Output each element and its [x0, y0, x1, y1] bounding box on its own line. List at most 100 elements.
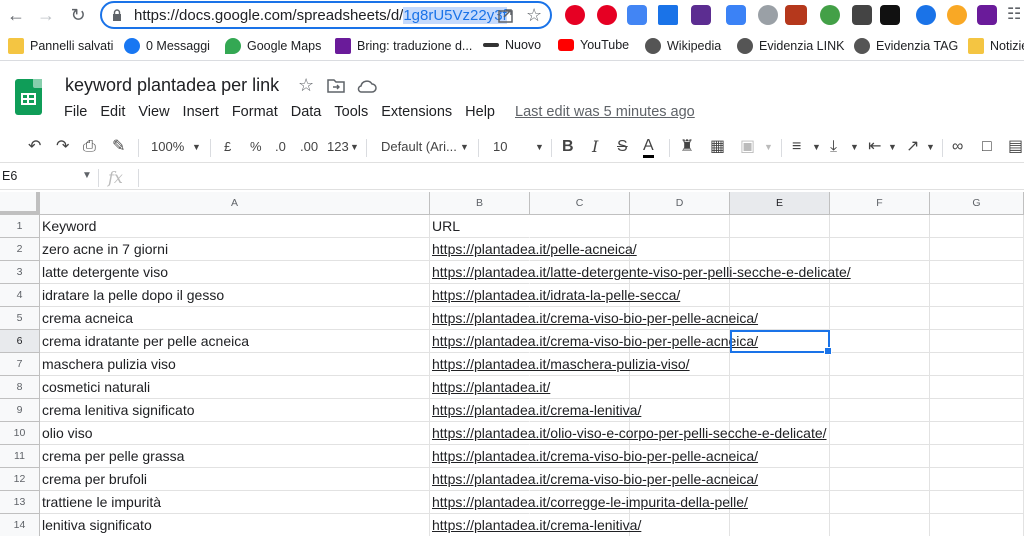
url-cell-link[interactable]: https://plantadea.it/crema-viso-bio-per-… [430, 307, 758, 330]
row-header[interactable]: 10 [0, 422, 40, 445]
empty-cell[interactable] [930, 514, 1024, 536]
empty-cell[interactable] [730, 238, 830, 261]
keyword-cell[interactable]: latte detergente viso [40, 261, 430, 284]
menu-tools[interactable]: Tools [334, 104, 368, 120]
empty-cell[interactable] [930, 353, 1024, 376]
row-header[interactable]: 12 [0, 468, 40, 491]
bookmark-item[interactable]: Pannelli salvati [8, 38, 113, 54]
column-header-g[interactable]: G [930, 192, 1024, 215]
bookmark-item[interactable]: Notizie [968, 38, 1024, 54]
keyword-cell[interactable]: trattiene le impurità [40, 491, 430, 514]
move-folder-icon[interactable] [327, 78, 345, 93]
row-header[interactable]: 5 [0, 307, 40, 330]
empty-cell[interactable] [730, 353, 830, 376]
empty-cell[interactable] [630, 399, 730, 422]
bookmark-star-icon[interactable]: ☆ [526, 5, 542, 26]
text-wrapping-icon[interactable]: ⇤ [868, 137, 881, 157]
row-header[interactable]: 11 [0, 445, 40, 468]
empty-cell[interactable] [930, 261, 1024, 284]
empty-cell[interactable] [730, 376, 830, 399]
extension-icon[interactable] [658, 5, 678, 25]
empty-cell[interactable] [930, 307, 1024, 330]
row-header[interactable]: 9 [0, 399, 40, 422]
url-header-cell[interactable]: URL [430, 215, 530, 238]
bookmark-item[interactable]: Bring: traduzione d... [335, 38, 472, 54]
row-header[interactable]: 2 [0, 238, 40, 261]
insert-comment-icon[interactable]: □ [982, 137, 992, 157]
empty-cell[interactable] [830, 514, 930, 536]
empty-cell[interactable] [830, 491, 930, 514]
extension-icon[interactable] [852, 5, 872, 25]
chevron-down-icon[interactable]: ▼ [82, 170, 92, 181]
chevron-down-icon[interactable]: ▼ [460, 137, 469, 157]
column-header-d[interactable]: D [630, 192, 730, 215]
bookmark-item[interactable]: YouTube [558, 38, 629, 52]
menu-file[interactable]: File [64, 104, 87, 120]
empty-cell[interactable] [930, 422, 1024, 445]
desc-extension-icon[interactable] [785, 5, 807, 25]
extension-icon[interactable] [758, 5, 778, 25]
extension-icon[interactable] [691, 5, 711, 25]
text-color-icon[interactable]: A [643, 137, 654, 158]
keyword-cell[interactable]: crema per brufoli [40, 468, 430, 491]
bookmark-item[interactable]: Evidenzia TAG [854, 38, 958, 54]
url-cell-link[interactable]: https://plantadea.it/crema-viso-bio-per-… [430, 330, 758, 353]
font-select[interactable]: Default (Ari... [381, 137, 457, 157]
chevron-down-icon[interactable]: ▼ [192, 137, 201, 157]
empty-cell[interactable] [930, 399, 1024, 422]
row-header[interactable]: 1 [0, 215, 40, 238]
extension-icon[interactable] [726, 5, 746, 25]
undo-icon[interactable]: ↶ [28, 137, 41, 157]
empty-cell[interactable] [930, 238, 1024, 261]
menu-view[interactable]: View [138, 104, 169, 120]
more-formats-button[interactable]: 123 [327, 137, 349, 157]
checkbox-icon[interactable] [880, 5, 900, 25]
url-cell-link[interactable]: https://plantadea.it/latte-detergente-vi… [430, 261, 851, 284]
menu-edit[interactable]: Edit [100, 104, 125, 120]
keyword-cell[interactable]: crema idratante per pelle acneica [40, 330, 430, 353]
font-size-select[interactable]: 10 [493, 137, 507, 157]
select-all-corner[interactable] [0, 192, 40, 215]
print-icon[interactable]: ⎙ [83, 137, 96, 157]
empty-cell[interactable] [930, 468, 1024, 491]
star-icon[interactable]: ☆ [298, 75, 314, 96]
document-title[interactable]: keyword plantadea per link [65, 75, 279, 96]
horizontal-align-icon[interactable]: ≡ [792, 137, 801, 157]
merge-cells-icon[interactable]: ▣ [740, 137, 755, 157]
paint-format-icon[interactable]: ✎ [112, 137, 125, 157]
keyword-cell[interactable]: olio viso [40, 422, 430, 445]
url-cell-link[interactable]: https://plantadea.it/ [430, 376, 550, 399]
pinterest-icon[interactable] [597, 5, 617, 25]
column-header-e[interactable]: E [730, 192, 830, 215]
back-icon[interactable]: ← [4, 3, 28, 27]
empty-cell[interactable] [530, 215, 630, 238]
empty-cell[interactable] [730, 215, 830, 238]
keyword-cell[interactable]: cosmetici naturali [40, 376, 430, 399]
row-header[interactable]: 7 [0, 353, 40, 376]
chevron-down-icon[interactable]: ▼ [850, 137, 859, 157]
vertical-align-icon[interactable]: ⤓ [830, 137, 837, 157]
name-box[interactable]: E6 [2, 169, 17, 183]
redo-icon[interactable]: ↷ [56, 137, 69, 157]
empty-cell[interactable] [630, 238, 730, 261]
empty-cell[interactable] [930, 491, 1024, 514]
empty-cell[interactable] [630, 215, 730, 238]
empty-cell[interactable] [930, 445, 1024, 468]
empty-cell[interactable] [830, 353, 930, 376]
fill-color-icon[interactable]: ♜ [680, 137, 694, 157]
column-header-c[interactable]: C [530, 192, 630, 215]
bookmark-item[interactable]: Evidenzia LINK [737, 38, 844, 54]
empty-cell[interactable] [730, 284, 830, 307]
empty-cell[interactable] [830, 399, 930, 422]
keyword-cell[interactable]: zero acne in 7 giorni [40, 238, 430, 261]
url-cell-link[interactable]: https://plantadea.it/pelle-acneica/ [430, 238, 637, 261]
cloud-status-icon[interactable] [357, 79, 377, 93]
url-cell-link[interactable]: https://plantadea.it/idrata-la-pelle-sec… [430, 284, 680, 307]
forward-icon[interactable]: → [34, 3, 58, 27]
italic-icon[interactable]: I [592, 137, 598, 157]
menu-data[interactable]: Data [291, 104, 322, 120]
empty-cell[interactable] [830, 307, 930, 330]
url-cell-link[interactable]: https://plantadea.it/crema-lenitiva/ [430, 399, 641, 422]
extension-icon[interactable] [820, 5, 840, 25]
empty-cell[interactable] [830, 238, 930, 261]
